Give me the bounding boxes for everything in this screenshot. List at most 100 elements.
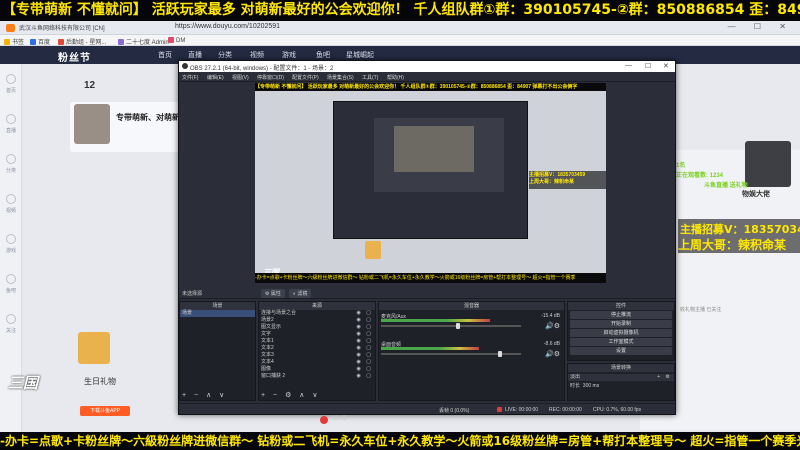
- address-bar[interactable]: https://www.douyu.com/10202591: [175, 23, 280, 30]
- bookmark-site-icon: [168, 37, 174, 43]
- menu-profile[interactable]: 配置文件(P): [292, 74, 319, 81]
- bookmark-item[interactable]: 百度: [30, 37, 50, 46]
- category-icon[interactable]: [6, 154, 16, 164]
- bookmark-item[interactable]: DM: [168, 37, 185, 44]
- channel-db: -8.6 dB: [543, 341, 560, 347]
- start-recording-button[interactable]: 开始录制: [570, 320, 672, 328]
- source-item[interactable]: 窗口捕获 2 ◉ ▢: [259, 373, 375, 380]
- scene-item[interactable]: 场景: [180, 310, 255, 317]
- nav-item[interactable]: 直播: [188, 50, 202, 60]
- menu-tools[interactable]: 工具(T): [362, 74, 378, 81]
- bookmark-site-icon: [118, 39, 124, 45]
- fishbar-icon[interactable]: [6, 274, 16, 284]
- window-controls[interactable]: — ☐ ✕: [728, 22, 794, 31]
- volume-handle[interactable]: [456, 323, 460, 329]
- close-icon[interactable]: ✕: [663, 62, 669, 70]
- preview-promo-line: 主播招募V：1835703459: [529, 172, 586, 178]
- nav-item[interactable]: 游戏: [282, 50, 296, 60]
- obs-titlebar: OBS 27.2.1 (64-bit, windows) - 配置文件：1 - …: [179, 61, 675, 72]
- cpu-fps: CPU: 0.7%, 60.00 fps: [593, 407, 642, 413]
- virtual-camera-button[interactable]: 启动虚拟摄像机: [570, 329, 672, 337]
- sources-controls[interactable]: + − ⚙ ∧ ∨: [259, 392, 375, 400]
- mute-settings-icon[interactable]: 🔊⚙: [545, 350, 560, 358]
- player-controls: 00:45: [300, 414, 420, 426]
- maximize-icon[interactable]: ☐: [645, 62, 651, 70]
- source-item[interactable]: 图文显示 ◉ ▢: [259, 324, 375, 331]
- source-item[interactable]: 图像 ◉ ▢: [259, 366, 375, 373]
- nav-item[interactable]: 首页: [158, 50, 172, 60]
- top-marquee-banner: 【专带萌新 不懂就问】 活跃玩家最多 对萌新最好的公会欢迎你！ 千人组队群①群：…: [0, 0, 800, 21]
- visibility-lock-icon: ◉ ▢: [356, 317, 373, 323]
- volume-handle[interactable]: [498, 351, 502, 357]
- source-item[interactable]: 文本2 ◉ ▢: [259, 345, 375, 352]
- minimize-icon[interactable]: —: [625, 62, 632, 69]
- obs-preview[interactable]: 【专带萌新 不懂就问】 活跃玩家最多 对萌新最好的公会欢迎你！ 千人组队群①群：…: [255, 83, 606, 283]
- bottom-ticker: -办卡=点歌+卡粉丝牌～六級粉丝牌进微信群～ 钻粉或二飞机=永久车位+永久教学～…: [0, 432, 800, 450]
- menu-file[interactable]: 文件(F): [182, 74, 198, 81]
- chat-green-line: 正在观看数: 1234: [676, 173, 724, 179]
- side-streamer-avatar[interactable]: [745, 141, 791, 187]
- source-toolbar: 未选择源 ⚙ 属性 ◐ 滤镜: [179, 287, 675, 299]
- transition-select[interactable]: 淡出 + ⚙: [568, 374, 674, 381]
- controls-header: 控件: [568, 302, 674, 310]
- nav-item[interactable]: 星城崛起: [346, 50, 374, 60]
- studio-mode-button[interactable]: 工作室模式: [570, 338, 672, 346]
- promo-line-recruit: 主播招募V：1835703459: [680, 223, 800, 236]
- bookmark-item[interactable]: 书签: [4, 37, 24, 46]
- rail-label: 分类: [5, 168, 16, 174]
- properties-button[interactable]: ⚙ 属性: [261, 289, 285, 298]
- home-icon[interactable]: [6, 74, 16, 84]
- download-app-button[interactable]: 下载斗鱼APP: [80, 406, 130, 416]
- stop-streaming-button[interactable]: 停止推流: [570, 311, 672, 319]
- rail-label: 直播: [5, 128, 16, 134]
- transitions-header: 场景转换: [568, 364, 674, 372]
- menu-view[interactable]: 视图(V): [232, 74, 249, 81]
- gift-card[interactable]: [78, 332, 110, 364]
- preview-banner: 【专带萌新 不懂就问】 活跃玩家最多 对萌新最好的公会欢迎你！ 千人组队群①群：…: [255, 83, 606, 91]
- source-item[interactable]: 文本1 ◉ ▢: [259, 338, 375, 345]
- video-icon[interactable]: [6, 194, 16, 204]
- nav-item[interactable]: 鱼吧: [316, 50, 330, 60]
- source-item[interactable]: 文字 ◉ ▢: [259, 331, 375, 338]
- game-icon[interactable]: [6, 234, 16, 244]
- bookmark-item[interactable]: 后勤组 - 星网...: [58, 37, 106, 46]
- gift-label: 生日礼物: [84, 377, 116, 386]
- visibility-lock-icon: ◉ ▢: [356, 359, 373, 365]
- browser-tab-title[interactable]: 武汉斗鱼网络科技有限公司 [CN]: [19, 23, 105, 32]
- menu-help[interactable]: 帮助(H): [387, 74, 404, 81]
- filters-button[interactable]: ◐ 滤镜: [289, 289, 312, 298]
- source-item[interactable]: 连接与场景之合 ◉ ▢: [259, 310, 375, 317]
- preview-promo: 主播招募V：1835703459 上周大哥：辣积命某: [529, 171, 606, 189]
- rail-label: 关注: [5, 328, 16, 334]
- visibility-lock-icon: ◉ ▢: [356, 373, 373, 379]
- nav-item[interactable]: 分类: [218, 50, 232, 60]
- follow-icon[interactable]: [6, 314, 16, 324]
- live-icon[interactable]: [6, 114, 16, 124]
- source-item[interactable]: 文本4 ◉ ▢: [259, 359, 375, 366]
- site-brand[interactable]: 粉丝节: [58, 49, 91, 64]
- nav-item[interactable]: 视频: [250, 50, 264, 60]
- scenes-controls[interactable]: + − ∧ ∨: [180, 392, 255, 400]
- transition-duration[interactable]: 时长 300 ms: [568, 383, 674, 390]
- streamer-avatar[interactable]: [74, 104, 110, 144]
- game-logo: 三国: [8, 375, 39, 392]
- live-time: LIVE: 00:00:00: [505, 407, 539, 413]
- source-item[interactable]: 场景2 ◉ ▢: [259, 317, 375, 324]
- channel-db: -15.4 dB: [541, 313, 560, 319]
- level-meter: [381, 319, 491, 322]
- player-logo-icon[interactable]: [320, 416, 328, 424]
- transitions-dock: 场景转换 淡出 + ⚙ 时长 300 ms: [567, 363, 675, 401]
- source-item[interactable]: 文本3 ◉ ▢: [259, 352, 375, 359]
- mute-settings-icon[interactable]: 🔊⚙: [545, 322, 560, 330]
- bookmark-item[interactable]: 二十七度 Admin: [118, 37, 169, 46]
- settings-button[interactable]: 设置: [570, 347, 672, 355]
- scenes-dock: 场景 场景 + − ∧ ∨: [179, 301, 256, 401]
- visibility-lock-icon: ◉ ▢: [356, 324, 373, 330]
- menu-docks[interactable]: 停靠窗口(D): [257, 74, 284, 81]
- volume-slider[interactable]: [381, 325, 521, 327]
- visibility-lock-icon: ◉ ▢: [356, 345, 373, 351]
- visibility-lock-icon: ◉ ▢: [356, 352, 373, 358]
- menu-scene-collection[interactable]: 场景集合(S): [327, 74, 354, 81]
- menu-edit[interactable]: 编辑(E): [207, 74, 224, 81]
- no-source-label: 未选择源: [182, 291, 203, 297]
